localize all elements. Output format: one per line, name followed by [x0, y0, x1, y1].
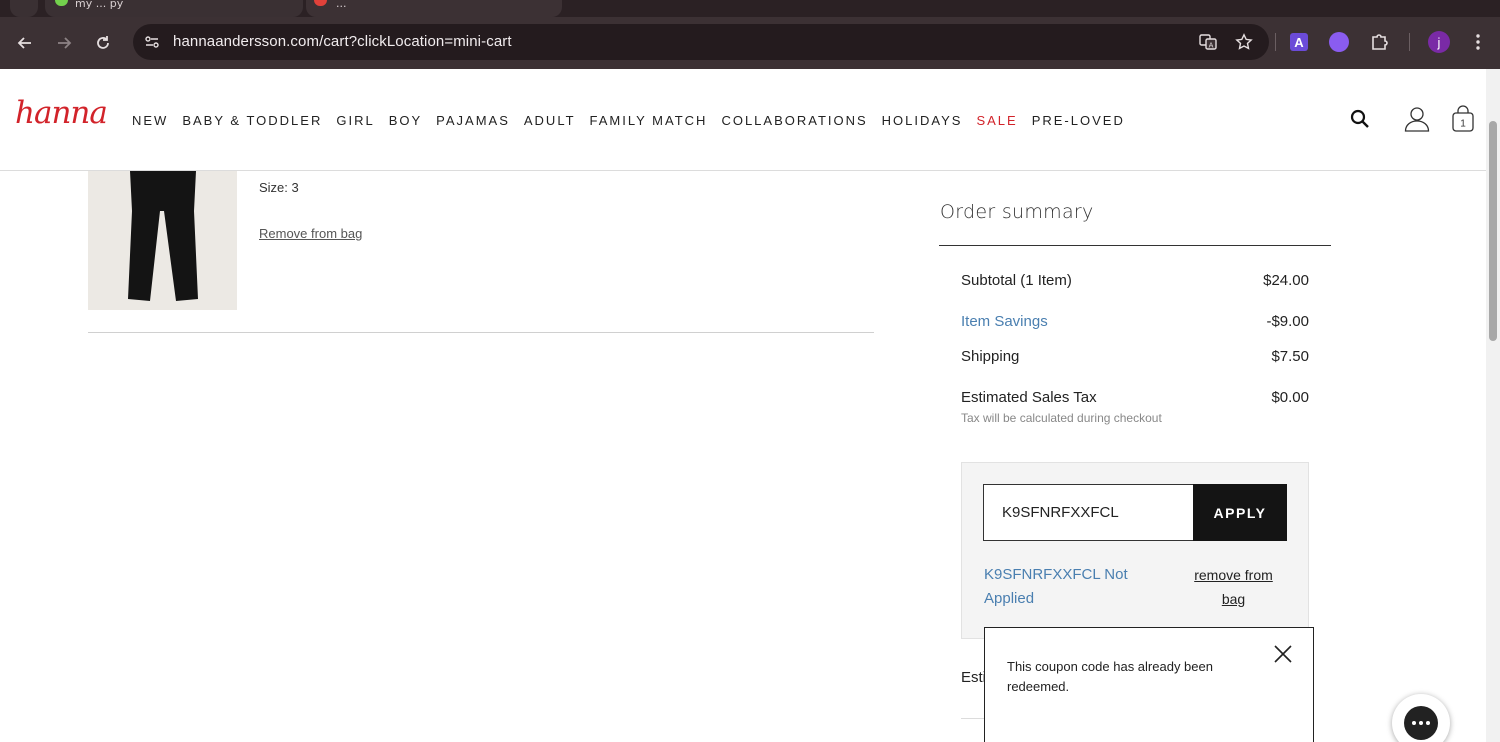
tab-title: ...	[336, 0, 347, 10]
promo-code-input[interactable]: K9SFNRFXXFCL	[983, 484, 1194, 541]
url-text: hannaandersson.com/cart?clickLocation=mi…	[173, 33, 512, 50]
nav-item-family-match[interactable]: FAMILY MATCH	[590, 113, 708, 128]
nav-item-collaborations[interactable]: COLLABORATIONS	[721, 113, 867, 128]
hanna-logo[interactable]: hanna	[15, 95, 108, 131]
product-image[interactable]	[88, 171, 237, 310]
tab-favicon-icon	[314, 0, 327, 6]
nav-item-boy[interactable]: BOY	[389, 113, 422, 128]
promo-remove-link[interactable]: remove from bag	[1186, 563, 1281, 611]
nav-item-sale[interactable]: SALE	[976, 113, 1017, 128]
item-divider	[88, 332, 874, 333]
bookmark-star-icon[interactable]	[1233, 31, 1255, 53]
forward-icon[interactable]	[51, 30, 77, 56]
promo-status-text: K9SFNRFXXFCL Not Applied	[984, 566, 1128, 607]
toolbar-divider	[1275, 33, 1276, 51]
reload-icon[interactable]	[90, 30, 116, 56]
nav-item-girl[interactable]: GIRL	[336, 113, 374, 128]
subtotal-value: $24.00	[1263, 272, 1309, 289]
extension-a-icon[interactable]: A	[1290, 33, 1308, 51]
chat-button[interactable]	[1392, 694, 1450, 742]
close-icon[interactable]	[1271, 642, 1295, 666]
subtotal-label: Subtotal (1 Item)	[961, 272, 1072, 289]
shipping-label: Shipping	[961, 348, 1020, 365]
nav-item-holidays[interactable]: HOLIDAYS	[882, 113, 963, 128]
profile-avatar[interactable]: j	[1428, 31, 1450, 53]
extension-b-icon[interactable]	[1329, 32, 1349, 52]
nav-item-pajamas[interactable]: PAJAMAS	[436, 113, 510, 128]
remove-item-link[interactable]: Remove from bag	[259, 226, 362, 241]
tax-note: Tax will be calculated during checkout	[961, 411, 1162, 425]
shipping-row: Shipping $7.50	[961, 348, 1309, 365]
page-scrollbar[interactable]	[1486, 69, 1500, 742]
tab-title: my ... py	[75, 0, 124, 10]
savings-label: Item Savings	[961, 313, 1048, 330]
svg-text:A: A	[1209, 42, 1214, 50]
savings-row: Item Savings -$9.00	[961, 313, 1309, 330]
tax-row: Estimated Sales Tax $0.00	[961, 389, 1309, 406]
page-viewport: hanna NEW BABY & TODDLER GIRL BOY PAJAMA…	[0, 69, 1500, 742]
account-icon[interactable]	[1403, 105, 1431, 133]
browser-tab[interactable]: my ... py	[45, 0, 303, 17]
browser-toolbar: hannaandersson.com/cart?clickLocation=mi…	[0, 17, 1500, 69]
browser-menu-icon[interactable]	[1468, 31, 1488, 53]
browser-tabstrip: my ... py ...	[0, 0, 1500, 17]
order-summary-title: Order summary	[940, 201, 1094, 223]
shopping-bag-icon[interactable]: 1	[1449, 105, 1477, 133]
site-header: hanna NEW BABY & TODDLER GIRL BOY PAJAMA…	[0, 69, 1486, 171]
nav-item-baby-toddler[interactable]: BABY & TODDLER	[182, 113, 322, 128]
subtotal-row: Subtotal (1 Item) $24.00	[961, 272, 1309, 289]
nav-item-new[interactable]: NEW	[132, 113, 168, 128]
savings-value: -$9.00	[1266, 313, 1309, 330]
scrollbar-thumb[interactable]	[1489, 121, 1497, 341]
site-settings-icon[interactable]	[141, 31, 163, 53]
nav-item-adult[interactable]: ADULT	[524, 113, 576, 128]
browser-tab-active[interactable]: ...	[306, 0, 562, 17]
tab-favicon-icon	[55, 0, 68, 6]
shipping-value: $7.50	[1271, 348, 1309, 365]
translate-icon[interactable]: A	[1197, 31, 1219, 53]
tab-new-group[interactable]	[10, 0, 38, 17]
tax-label: Estimated Sales Tax	[961, 389, 1097, 406]
chat-bubble-icon	[1404, 706, 1438, 740]
tooltip-message: This coupon code has already been redeem…	[1007, 659, 1213, 694]
toolbar-divider	[1409, 33, 1410, 51]
item-size: Size: 3	[259, 180, 299, 195]
apply-button[interactable]: APPLY	[1193, 484, 1287, 541]
main-nav: NEW BABY & TODDLER GIRL BOY PAJAMAS ADUL…	[132, 113, 1139, 128]
bag-count: 1	[1460, 119, 1466, 130]
tax-value: $0.00	[1271, 389, 1309, 406]
estimated-total-label: Esti	[961, 669, 987, 686]
address-bar[interactable]: hannaandersson.com/cart?clickLocation=mi…	[133, 24, 1269, 60]
search-icon[interactable]	[1346, 105, 1374, 133]
extensions-puzzle-icon[interactable]	[1368, 31, 1390, 53]
nav-item-pre-loved[interactable]: PRE-LOVED	[1032, 113, 1125, 128]
back-icon[interactable]	[12, 30, 38, 56]
order-summary-divider	[939, 245, 1331, 246]
